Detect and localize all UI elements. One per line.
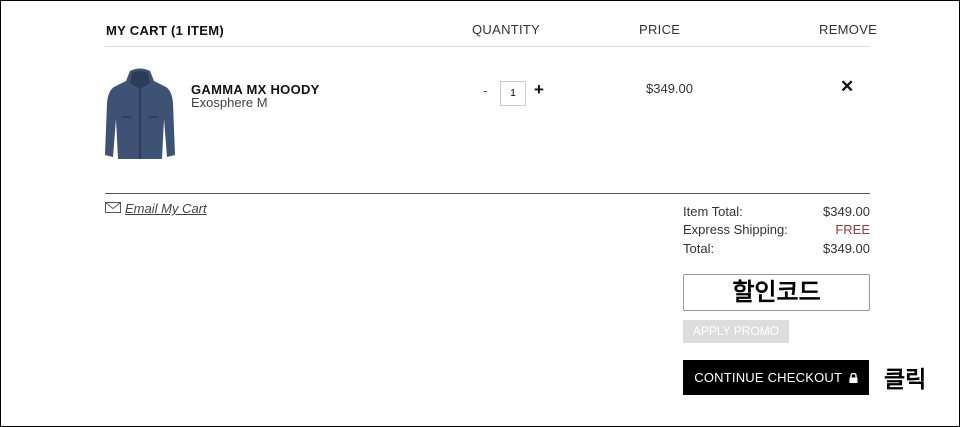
continue-checkout-button[interactable]: CONTINUE CHECKOUT: [683, 360, 869, 395]
increase-quantity-button[interactable]: +: [534, 80, 544, 100]
total-label: Total:: [683, 241, 715, 256]
header-divider: [105, 46, 870, 47]
remove-column-header: REMOVE: [819, 22, 878, 37]
items-divider: [105, 193, 870, 194]
shipping-value: FREE: [835, 222, 870, 237]
item-total-label: Item Total:: [683, 204, 743, 219]
email-my-cart-link[interactable]: Email My Cart: [125, 201, 207, 216]
lock-icon: [849, 373, 858, 383]
click-annotation: 클릭: [884, 367, 927, 393]
jacket-icon[interactable]: [104, 67, 176, 162]
remove-item-button[interactable]: ✕: [840, 77, 854, 97]
total-value: $349.00: [823, 241, 870, 256]
promo-code-input[interactable]: 할인코드: [683, 274, 870, 311]
price-column-header: PRICE: [639, 22, 681, 37]
quantity-column-header: QUANTITY: [472, 22, 541, 37]
cart-heading: MY CART (1 ITEM): [106, 23, 224, 38]
quantity-input[interactable]: [500, 81, 526, 106]
envelope-icon[interactable]: [105, 202, 121, 213]
shipping-label: Express Shipping:: [683, 222, 788, 237]
checkout-button-label: CONTINUE CHECKOUT: [694, 370, 842, 385]
apply-promo-button[interactable]: APPLY PROMO: [683, 320, 789, 343]
decrease-quantity-button[interactable]: -: [483, 82, 488, 98]
item-total-value: $349.00: [823, 204, 870, 219]
item-price: $349.00: [646, 81, 693, 96]
product-variant: Exosphere M: [191, 95, 268, 110]
